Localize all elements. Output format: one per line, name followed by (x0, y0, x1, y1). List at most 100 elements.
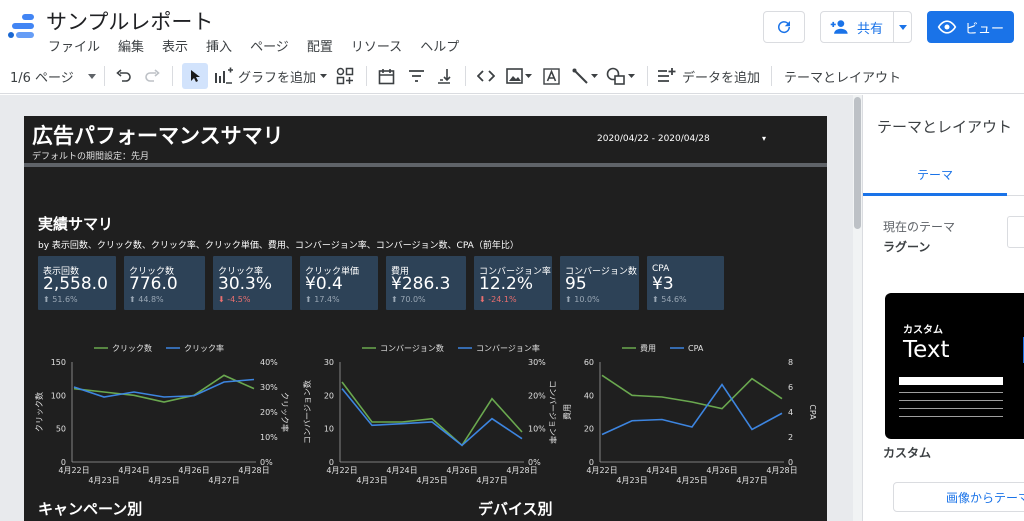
image-button[interactable] (506, 58, 532, 94)
menu-page[interactable]: ページ (250, 36, 289, 55)
custom-theme-name: カスタム (883, 446, 932, 460)
kpi-card-impressions[interactable]: 表示回数 2,558.0 ⬆ 51.6% (38, 256, 116, 310)
shape-icon (606, 67, 625, 85)
view-label: ビュー (965, 21, 1005, 37)
device-section-title[interactable]: デバイス別 (478, 498, 553, 519)
text-box-button[interactable] (543, 58, 560, 94)
add-chart-label: グラフを追加 (238, 70, 317, 86)
refresh-icon (778, 21, 791, 34)
shape-button[interactable] (606, 58, 635, 94)
share-button[interactable]: 共有 (820, 11, 912, 43)
cost-cpa-chart[interactable]: 費用 CPA 0 20 40 60 0 2 4 6 8 費用 CPA 4月22日 4月23日 4月24日 4月2… (552, 340, 817, 494)
series-line (341, 381, 523, 447)
report-title[interactable]: サンプルレポート (46, 6, 213, 36)
report-heading[interactable]: 広告パフォーマンスサマリ (32, 120, 284, 150)
add-data-icon (658, 68, 676, 82)
x-tick-label: 4月25日 (148, 476, 179, 485)
series-line (73, 378, 255, 398)
report-page[interactable]: 広告パフォーマンスサマリ デフォルトの期間設定：先月 2020/04/22 - … (24, 116, 827, 521)
legend-label: コンバージョン数 (380, 343, 444, 353)
component-icon (336, 67, 354, 85)
kpi-value: ¥3 (652, 274, 674, 294)
menu-resources[interactable]: リソース (351, 36, 402, 55)
embed-code-button[interactable] (477, 58, 495, 94)
theme-customize-box[interactable] (1007, 216, 1024, 248)
y2-axis-title: CPA (808, 404, 817, 420)
data-control-button[interactable] (436, 58, 452, 94)
kpi-value: 2,558.0 (43, 274, 108, 294)
custom-theme-card[interactable]: カスタム Text (885, 293, 1024, 439)
kpi-delta: ⬇ -4.5% (218, 295, 251, 304)
kpi-value: 30.3% (218, 274, 273, 294)
theme-layout-button[interactable]: テーマとレイアウト (784, 58, 901, 94)
clicks-ctr-chart[interactable]: クリック数 クリック率 0 50 100 150 0% 10% 20% 30% 40% クリック数 クリ… (24, 340, 290, 494)
menu-arrange[interactable]: 配置 (307, 36, 333, 55)
menu-insert[interactable]: 挿入 (206, 36, 232, 55)
line-button[interactable] (572, 58, 598, 94)
y-axis-title: 費用 (562, 404, 572, 420)
kpi-label: CPA (652, 264, 670, 274)
menu-help[interactable]: ヘルプ (420, 36, 459, 55)
filter-control-button[interactable] (408, 58, 425, 94)
y2-tick-label: 30% (260, 383, 278, 392)
summary-section-subtitle[interactable]: by 表示回数、クリック数、クリック率、クリック単価、費用、コンバージョン率、コ… (38, 238, 519, 251)
menu-file[interactable]: ファイル (48, 36, 100, 55)
menu-edit[interactable]: 編集 (118, 36, 144, 55)
image-icon (506, 68, 523, 84)
select-tool-button[interactable] (182, 63, 208, 89)
kpi-delta: ⬆ 17.4% (305, 295, 340, 304)
kpi-card-conversion-rate[interactable]: コンバージョン率 12.2% ⬇ -24.1% (474, 256, 552, 310)
date-range-dropdown[interactable]: ▾ (762, 134, 766, 143)
x-tick-label: 4月25日 (416, 476, 447, 485)
x-tick-label: 4月22日 (326, 466, 357, 475)
date-range-control[interactable]: 2020/04/22 - 2020/04/28 (597, 134, 710, 144)
kpi-card-conversions[interactable]: コンバージョン数 95 ⬆ 10.0% (560, 256, 639, 310)
page-label: 1/6 ページ (10, 70, 74, 86)
data-studio-logo-icon[interactable] (8, 14, 34, 40)
add-data-label: データを追加 (682, 70, 761, 86)
date-range-button[interactable] (378, 58, 395, 94)
kpi-card-ctr[interactable]: クリック率 30.3% ⬇ -4.5% (213, 256, 292, 310)
x-tick-label: 4月27日 (736, 476, 767, 485)
tab-theme-indicator (863, 193, 1007, 196)
add-chart-button[interactable]: グラフを追加 (214, 58, 328, 94)
kpi-value: 95 (565, 274, 587, 294)
x-tick-label: 4月24日 (386, 466, 417, 475)
kpi-card-cost[interactable]: 費用 ¥286.3 ⬆ 70.0% (386, 256, 466, 310)
scrollbar-thumb[interactable] (854, 97, 861, 229)
add-data-button[interactable]: データを追加 (657, 58, 760, 94)
x-tick-label: 4月24日 (646, 466, 677, 475)
tab-theme[interactable]: テーマ (917, 166, 953, 183)
campaign-section-title[interactable]: キャンペーン別 (38, 498, 142, 519)
page-selector[interactable]: 1/6 ページ (10, 58, 96, 94)
kpi-value: 12.2% (479, 274, 534, 294)
caret-down-icon (628, 74, 635, 78)
x-tick-label: 4月23日 (88, 476, 119, 485)
kpi-card-clicks[interactable]: クリック数 776.0 ⬆ 44.8% (124, 256, 205, 310)
report-subheading[interactable]: デフォルトの期間設定：先月 (32, 149, 149, 162)
redo-button[interactable] (144, 58, 160, 94)
y-tick-label: 20 (324, 391, 334, 400)
share-dropdown-button[interactable] (893, 12, 911, 42)
cost-cpa-chart-svg: 費用 CPA020406002468費用 CPA4月22日4月23日4月24日4月2… (562, 343, 817, 485)
card-line (899, 400, 1003, 401)
undo-button[interactable] (116, 58, 132, 94)
current-theme-value: ラグーン (883, 240, 931, 254)
view-button[interactable]: ビュー (927, 11, 1014, 43)
canvas-scrollbar[interactable] (853, 95, 862, 521)
x-tick-label: 4月24日 (118, 466, 149, 475)
kpi-delta: ⬆ 70.0% (391, 295, 426, 304)
conversion-chart[interactable]: コンバージョン数 コンバージョン率 0 10 20 30 0% 10% 20% 30% コンバージョ… (292, 340, 558, 494)
summary-section-title[interactable]: 実績サマリ (38, 213, 113, 234)
theme-from-image-button[interactable]: 画像からテーマ (893, 482, 1024, 512)
menu-view[interactable]: 表示 (162, 36, 188, 55)
kpi-card-cpc[interactable]: クリック単価 ¥0.4 ⬆ 17.4% (300, 256, 378, 310)
eye-icon (937, 20, 957, 34)
y-tick-label: 50 (56, 425, 66, 434)
refresh-button[interactable] (763, 11, 805, 43)
card-line (899, 377, 1003, 385)
x-tick-label: 4月28日 (766, 466, 797, 475)
add-component-button[interactable] (336, 58, 354, 94)
caret-down-icon (591, 74, 598, 78)
kpi-card-cpa[interactable]: CPA ¥3 ⬆ 54.6% (647, 256, 724, 310)
